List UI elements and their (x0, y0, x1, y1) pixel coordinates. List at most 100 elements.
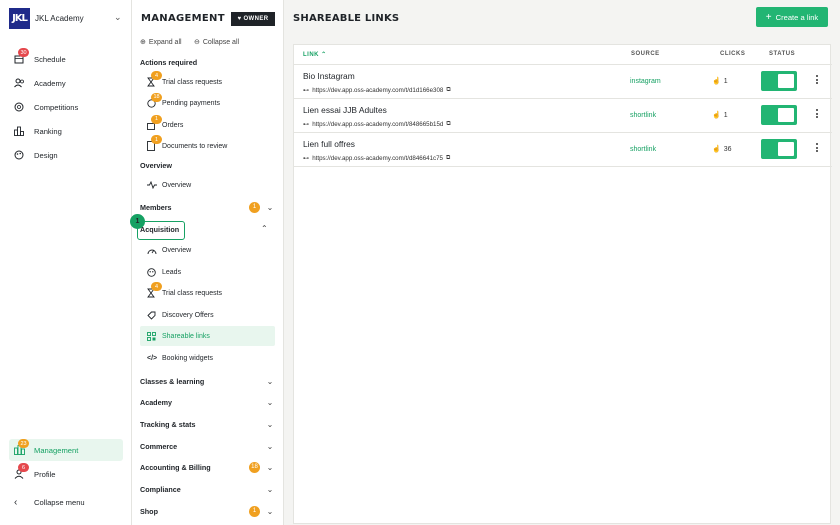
management-panel: MANAGEMENT ♥ OWNER ⊕ Expand all ⊖ Collap… (132, 0, 284, 525)
leads-icon (147, 267, 161, 277)
item-badge: 1 (151, 114, 162, 124)
group-label: Shop (140, 506, 158, 516)
expand-all-button[interactable]: ⊕ Expand all (140, 38, 182, 47)
collapse-icon: ⊖ (194, 39, 200, 46)
toggle-knob (778, 74, 794, 88)
table-row[interactable]: Lien full offres ⊷ https://dev.app.oss-a… (294, 133, 832, 167)
copy-icon[interactable]: ⧉ (446, 154, 450, 162)
nav-label: Profile (34, 469, 56, 479)
group-accounting-billing[interactable]: Accounting & Billing 18 ⌄ (140, 459, 274, 475)
panel-title: MANAGEMENT (141, 13, 225, 24)
item-overview[interactable]: Overview (140, 175, 275, 195)
link-url: ⊷ https://dev.app.oss-academy.com/t/8486… (303, 120, 451, 128)
pulse-icon (147, 181, 161, 189)
item-orders[interactable]: 1 Orders (140, 114, 275, 135)
collapse-menu-button[interactable]: ‹ Collapse menu (9, 491, 123, 513)
nav-item-management[interactable]: 23 Management (9, 439, 123, 461)
item-documents-to-review[interactable]: 1 Documents to review (140, 135, 275, 156)
nav-item-competitions[interactable]: Competitions (9, 96, 123, 118)
pointer-icon: ☝ (712, 78, 721, 85)
nav-label: Design (34, 150, 58, 160)
expand-icon: ⊕ (140, 39, 146, 46)
management-badge: 23 (18, 439, 29, 448)
item-shareable-links[interactable]: Shareable links (140, 326, 275, 346)
column-link[interactable]: LINK ⌃ (303, 51, 327, 58)
table-row[interactable]: Bio Instagram ⊷ https://dev.app.oss-acad… (294, 65, 832, 99)
link-source: shortlink (630, 112, 657, 119)
management-icon: 23 (14, 439, 32, 455)
item-acq-overview[interactable]: Overview (140, 240, 275, 260)
group-label: Commerce (140, 441, 178, 451)
group-label: Members (140, 202, 172, 212)
group-academy[interactable]: Academy ⌄ (140, 394, 274, 410)
group-commerce[interactable]: Commerce ⌄ (140, 438, 274, 454)
link-url: ⊷ https://dev.app.oss-academy.com/t/d1d1… (303, 86, 451, 94)
sort-asc-icon: ⌃ (321, 52, 327, 58)
copy-icon[interactable]: ⧉ (446, 86, 450, 94)
status-toggle[interactable] (761, 105, 797, 125)
more-options-icon[interactable] (814, 109, 820, 118)
collapse-all-label: Collapse all (202, 38, 240, 46)
nav-item-profile[interactable]: 6 Profile (9, 463, 123, 485)
item-label: Trial class requests (162, 78, 223, 86)
group-shop[interactable]: Shop 1 ⌄ (140, 503, 274, 519)
link-name: Lien full offres (303, 139, 355, 149)
toggle-knob (778, 142, 794, 156)
copy-icon[interactable]: ⧉ (446, 120, 450, 128)
nav-item-academy[interactable]: Academy (9, 72, 123, 94)
item-booking-widgets[interactable]: </> Booking widgets (140, 348, 275, 368)
column-status: STATUS (769, 51, 796, 57)
chevron-down-icon[interactable]: ⌄ (114, 12, 122, 23)
group-acquisition-label[interactable]: Acquisition (140, 225, 179, 234)
item-pending-payments[interactable]: 18 Pending payments (140, 92, 275, 113)
item-trial-class-requests[interactable]: 4 Trial class requests (140, 71, 275, 92)
page-title: SHAREABLE LINKS (293, 13, 400, 24)
item-badge: 4 (151, 71, 162, 80)
status-toggle[interactable] (761, 71, 797, 91)
link-source: shortlink (630, 146, 657, 153)
plus-icon: + (765, 11, 772, 23)
column-clicks: CLICKS (720, 51, 746, 57)
more-options-icon[interactable] (814, 143, 820, 152)
group-classes-learning[interactable]: Classes & learning ⌄ (140, 373, 274, 389)
chevron-down-icon: ⌄ (266, 441, 274, 451)
column-link-label: LINK (303, 52, 319, 58)
academy-logo[interactable]: JKL (9, 8, 30, 29)
heart-icon: ♥ (237, 16, 242, 22)
chevron-down-icon: ⌄ (266, 202, 274, 212)
expand-all-label: Expand all (148, 38, 182, 46)
link-icon: ⊷ (303, 86, 310, 94)
group-members[interactable]: Members 1 ⌄ (140, 199, 274, 215)
link-clicks: ☝ 1 (712, 77, 728, 86)
item-acq-trial-class-requests[interactable]: 4 Trial class requests (140, 282, 275, 303)
section-actions-required: Actions required (140, 58, 198, 67)
nav-item-schedule[interactable]: 30 Schedule (9, 48, 123, 70)
link-name: Bio Instagram (303, 71, 355, 81)
table-row[interactable]: Lien essai JJB Adultes ⊷ https://dev.app… (294, 99, 832, 133)
group-compliance[interactable]: Compliance ⌄ (140, 481, 274, 497)
nav-item-ranking[interactable]: Ranking (9, 120, 123, 142)
chevron-up-icon[interactable]: ⌃ (261, 224, 268, 233)
collapse-all-button[interactable]: ⊖ Collapse all (194, 38, 240, 47)
item-discovery-offers[interactable]: Discovery Offers (140, 305, 275, 325)
links-table: LINK ⌃ SOURCE CLICKS STATUS Bio Instagra… (293, 44, 832, 524)
qr-code-icon (147, 331, 161, 341)
group-label: Accounting & Billing (140, 462, 211, 472)
link-clicks-value: 36 (723, 145, 732, 153)
more-options-icon[interactable] (814, 75, 820, 84)
item-leads[interactable]: Leads (140, 262, 275, 282)
item-label: Trial class requests (162, 289, 223, 297)
item-label: Pending payments (162, 99, 220, 107)
group-tracking-stats[interactable]: Tracking & stats ⌄ (140, 416, 274, 432)
nav-item-design[interactable]: Design (9, 144, 123, 166)
pointer-icon: ☝ (712, 112, 721, 119)
item-label: Shareable links (162, 332, 210, 340)
trophy-icon (14, 102, 32, 112)
status-toggle[interactable] (761, 139, 797, 159)
item-label: Leads (162, 268, 182, 276)
item-badge: 18 (151, 92, 162, 102)
create-link-button[interactable]: + Create a link (756, 7, 828, 27)
item-label: Booking widgets (162, 354, 213, 362)
academy-name[interactable]: JKL Academy (35, 14, 84, 23)
hourglass-icon: 4 (147, 71, 162, 87)
